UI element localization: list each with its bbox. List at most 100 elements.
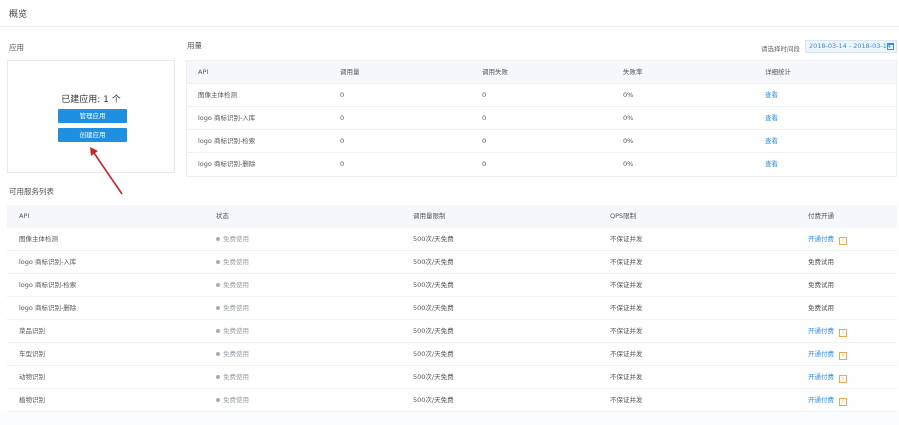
status-dot-icon <box>216 260 220 264</box>
service-status: 免费使用 <box>216 389 249 412</box>
services-table-row: 植物识别 免费使用 500次/天免费 不保证并发 开通付费 i <box>7 389 897 412</box>
usage-fail-rate: 0% <box>623 137 634 145</box>
service-api-name: 图像主体检测 <box>19 235 58 243</box>
info-icon[interactable]: i <box>839 352 847 360</box>
service-status-text: 免费使用 <box>223 396 249 404</box>
bottom-fade <box>0 412 899 425</box>
service-status-text: 免费使用 <box>223 235 249 243</box>
usage-failed: 0 <box>482 91 487 99</box>
usage-failed: 0 <box>482 160 487 168</box>
usage-table-row: logo 商标识别-入库 0 0 0% 查看 <box>187 107 896 130</box>
usage-view-link[interactable]: 查看 <box>765 130 778 153</box>
usage-table-header: API 调用量 调用失败 失败率 详细统计 <box>187 61 896 84</box>
usage-header-api: API <box>198 68 209 76</box>
app-section-title: 应用 <box>9 43 24 52</box>
date-range-picker[interactable]: 2018-03-14 - 2018-03-14 <box>805 40 897 53</box>
manage-app-button[interactable]: 管理应用 <box>58 109 127 123</box>
services-table-row: logo 商标识别-入库 免费使用 500次/天免费 不保证并发 免费试用 <box>7 251 897 274</box>
service-pay: 开通付费 i <box>808 366 847 389</box>
usage-fail-rate: 0% <box>623 160 634 168</box>
service-status: 免费使用 <box>216 297 249 320</box>
info-icon[interactable]: i <box>839 375 847 383</box>
service-status-text: 免费使用 <box>223 258 249 266</box>
service-api-name: logo 商标识别-检索 <box>19 281 77 289</box>
service-status-text: 免费使用 <box>223 373 249 381</box>
usage-fail-rate: 0% <box>623 114 634 122</box>
app-count-text: 已建应用: 1 个 <box>61 95 121 105</box>
usage-view-link[interactable]: 查看 <box>765 153 778 176</box>
services-table-row: 动物识别 免费使用 500次/天免费 不保证并发 开通付费 i <box>7 366 897 389</box>
status-dot-icon <box>216 237 220 241</box>
service-api-name: 菜品识别 <box>19 327 45 335</box>
enable-paid-link[interactable]: 开通付费 <box>808 235 834 243</box>
info-icon[interactable]: i <box>839 329 847 337</box>
service-api-name: logo 商标识别-入库 <box>19 258 77 266</box>
service-pay: 开通付费 i <box>808 343 847 366</box>
info-icon[interactable]: i <box>839 237 847 245</box>
enable-paid-link[interactable]: 开通付费 <box>808 350 834 358</box>
usage-api-name: logo 商标识别-删除 <box>198 160 256 168</box>
date-range-label: 请选择时间段 <box>761 45 800 53</box>
services-section-title: 可用服务列表 <box>9 187 54 196</box>
usage-api-name: 图像主体检测 <box>198 91 237 99</box>
page-title: 概览 <box>9 10 28 20</box>
service-status: 免费使用 <box>216 274 249 297</box>
usage-view-link[interactable]: 查看 <box>765 107 778 130</box>
enable-paid-link[interactable]: 开通付费 <box>808 396 834 404</box>
service-status: 免费使用 <box>216 343 249 366</box>
calendar-icon[interactable] <box>887 43 894 50</box>
status-dot-icon <box>216 283 220 287</box>
service-pay: 开通付费 i <box>808 228 847 251</box>
usage-calls: 0 <box>340 91 345 99</box>
service-call-limit: 500次/天免费 <box>413 304 454 312</box>
services-table-row: 车型识别 免费使用 500次/天免费 不保证并发 开通付费 i <box>7 343 897 366</box>
service-call-limit: 500次/天免费 <box>413 281 454 289</box>
usage-table-row: logo 商标识别-删除 0 0 0% 查看 <box>187 153 896 176</box>
service-qps-limit: 不保证并发 <box>610 350 643 358</box>
usage-table-row: 图像主体检测 0 0 0% 查看 <box>187 84 896 107</box>
status-dot-icon <box>216 306 220 310</box>
status-dot-icon <box>216 398 220 402</box>
usage-fail-rate: 0% <box>623 91 634 99</box>
usage-view-link[interactable]: 查看 <box>765 84 778 107</box>
services-header-status: 状态 <box>216 212 229 220</box>
service-qps-limit: 不保证并发 <box>610 327 643 335</box>
usage-header-details: 详细统计 <box>765 68 791 76</box>
services-table-row: logo 商标识别-检索 免费使用 500次/天免费 不保证并发 免费试用 <box>7 274 897 297</box>
service-call-limit: 500次/天免费 <box>413 235 454 243</box>
info-icon[interactable]: i <box>839 398 847 406</box>
enable-paid-link[interactable]: 开通付费 <box>808 327 834 335</box>
service-call-limit: 500次/天免费 <box>413 396 454 404</box>
usage-section-title: 用量 <box>187 41 202 50</box>
usage-header-fail-rate: 失败率 <box>623 68 643 76</box>
service-qps-limit: 不保证并发 <box>610 396 643 404</box>
usage-calls: 0 <box>340 137 345 145</box>
service-status-text: 免费使用 <box>223 281 249 289</box>
usage-table: API 调用量 调用失败 失败率 详细统计 图像主体检测 0 0 0% 查看 l… <box>186 60 897 177</box>
service-status: 免费使用 <box>216 228 249 251</box>
title-divider <box>0 26 899 27</box>
service-pay: 开通付费 i <box>808 320 847 343</box>
services-table-header: API 状态 调用量限制 QPS限制 付费开通 <box>7 205 897 228</box>
annotation-arrow <box>90 147 123 195</box>
usage-calls: 0 <box>340 114 345 122</box>
service-qps-limit: 不保证并发 <box>610 304 643 312</box>
services-header-api: API <box>19 212 30 220</box>
service-qps-limit: 不保证并发 <box>610 258 643 266</box>
status-dot-icon <box>216 352 220 356</box>
status-dot-icon <box>216 329 220 333</box>
service-status-text: 免费使用 <box>223 327 249 335</box>
service-status: 免费使用 <box>216 366 249 389</box>
service-status: 免费使用 <box>216 320 249 343</box>
usage-api-name: logo 商标识别-入库 <box>198 114 256 122</box>
service-call-limit: 500次/天免费 <box>413 327 454 335</box>
service-pay-text: 免费试用 <box>808 281 834 289</box>
services-table-row: 图像主体检测 免费使用 500次/天免费 不保证并发 开通付费 i <box>7 228 897 251</box>
date-range-value: 2018-03-14 - 2018-03-14 <box>809 42 892 50</box>
service-api-name: 植物识别 <box>19 396 45 404</box>
enable-paid-link[interactable]: 开通付费 <box>808 373 834 381</box>
service-call-limit: 500次/天免费 <box>413 258 454 266</box>
usage-header-failed: 调用失败 <box>482 68 508 76</box>
service-qps-limit: 不保证并发 <box>610 373 643 381</box>
service-call-limit: 500次/天免费 <box>413 350 454 358</box>
